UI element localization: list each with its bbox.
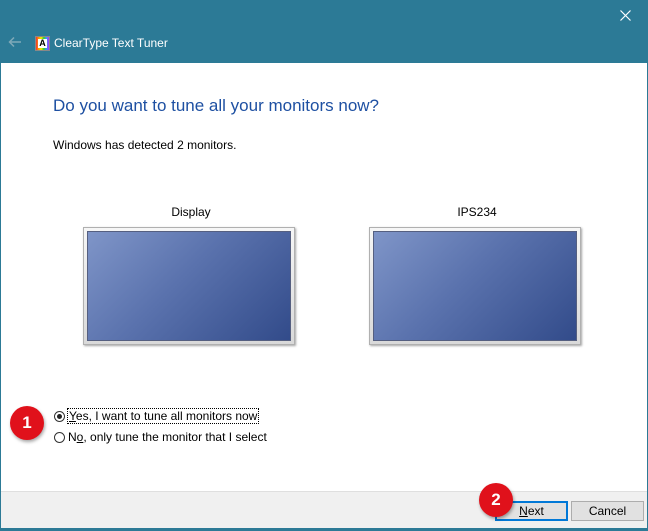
radio-tune-selected[interactable]: No, only tune the monitor that I select [54, 430, 267, 444]
monitor-display[interactable]: Display [83, 205, 299, 345]
close-button[interactable] [602, 0, 648, 31]
monitor-screen [373, 231, 577, 341]
footer: Next Cancel [1, 491, 647, 528]
cleartype-icon: A [35, 36, 50, 51]
radio-button[interactable] [54, 431, 65, 443]
radio-label: Yes, I want to tune all monitors now [66, 408, 260, 424]
monitor-frame [83, 227, 295, 345]
monitor-label: IPS234 [457, 205, 497, 219]
monitor-screen [87, 231, 291, 341]
cancel-button[interactable]: Cancel [571, 501, 644, 521]
monitor-frame [369, 227, 581, 345]
monitor-ips234[interactable]: IPS234 [369, 205, 585, 345]
cleartype-window: A ClearType Text Tuner Do you want to tu… [0, 0, 648, 531]
radio-tune-all[interactable]: Yes, I want to tune all monitors now [54, 408, 260, 424]
monitor-label: Display [171, 205, 211, 219]
annotation-badge-2: 2 [479, 483, 513, 517]
detected-monitors-text: Windows has detected 2 monitors. [53, 138, 237, 152]
close-icon [619, 10, 631, 21]
radio-label: No, only tune the monitor that I select [68, 430, 267, 444]
page-heading: Do you want to tune all your monitors no… [53, 96, 380, 115]
window-title: ClearType Text Tuner [54, 36, 168, 50]
back-arrow-icon [8, 36, 21, 48]
content-area: Do you want to tune all your monitors no… [1, 63, 647, 491]
title-bar: A ClearType Text Tuner [0, 0, 648, 63]
annotation-badge-1: 1 [10, 406, 44, 440]
radio-button-checked[interactable] [54, 410, 65, 422]
back-button[interactable] [7, 34, 23, 50]
